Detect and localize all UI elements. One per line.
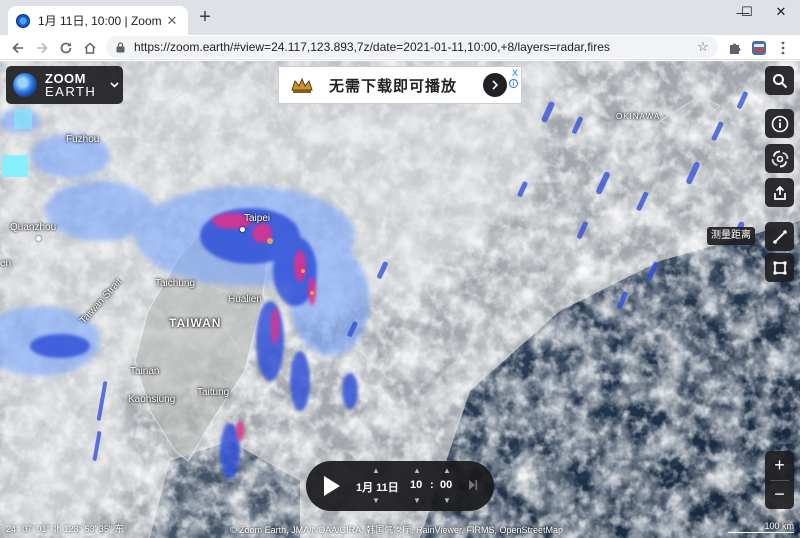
tab-title: 1月 11日, 10:00 | Zoom Earth <box>38 14 164 28</box>
hour-down-chevron-icon[interactable]: ▼ <box>413 496 421 505</box>
time-separator: : <box>430 479 434 491</box>
brand-line2: EARTH <box>45 84 97 99</box>
address-bar[interactable]: https://zoom.earth/#view=24.117,123.893,… <box>106 36 718 58</box>
reload-icon[interactable] <box>56 38 76 58</box>
browser-menu-kebab-icon[interactable] <box>774 39 792 57</box>
quanzhou-city-dot-icon <box>36 236 41 241</box>
zoom-earth-globe-icon <box>13 73 37 97</box>
map-label-taitung: Taitung <box>197 387 230 398</box>
ad-info-icon[interactable]: i <box>509 79 518 88</box>
home-icon[interactable] <box>80 38 100 58</box>
lock-icon <box>114 41 126 53</box>
time-control: 1月 11日 ▲ ▼ 10 ▲ ▼ : 00 ▲ ▼ <box>306 461 494 511</box>
scale-bar: 100 km <box>728 521 794 533</box>
game-logo-icon <box>289 75 315 95</box>
browser-tab[interactable]: 1月 11日, 10:00 | Zoom Earth ✕ <box>8 6 188 35</box>
minute-up-chevron-icon[interactable]: ▲ <box>443 466 451 475</box>
map-label-okinawa: OKINAWA <box>616 112 661 121</box>
share-button[interactable] <box>765 178 794 207</box>
share-icon <box>773 185 786 200</box>
skip-next-icon[interactable] <box>468 479 478 494</box>
date-up-chevron-icon[interactable]: ▲ <box>372 466 380 475</box>
map-label-taipei: Taipei <box>244 213 271 224</box>
url-text: https://zoom.earth/#view=24.117,123.893,… <box>134 40 610 54</box>
forward-arrow-icon[interactable] <box>32 38 52 58</box>
zoom-divider <box>770 480 789 481</box>
new-tab-button[interactable]: + <box>196 7 214 27</box>
chevron-down-icon <box>110 79 119 91</box>
map-label-tainan: Tainan <box>130 366 160 377</box>
map-label-hualien: Hualien <box>228 294 262 305</box>
map-label-kaohsiung: Kaohsiung <box>128 394 176 405</box>
measure-area-button[interactable] <box>765 253 794 282</box>
browser-tabstrip: 1月 11日, 10:00 | Zoom Earth ✕ + — ☐ ✕ <box>0 0 800 35</box>
window-close-button[interactable]: ✕ <box>762 0 800 24</box>
minute-down-chevron-icon[interactable]: ▼ <box>443 496 451 505</box>
map-label-partial-left: en <box>0 258 12 269</box>
ad-arrow-right-icon[interactable] <box>483 73 507 97</box>
play-icon[interactable] <box>324 476 340 496</box>
info-icon <box>771 115 788 132</box>
map-label-taiwan: TAIWAN <box>169 316 222 330</box>
zoom-in-button[interactable]: + <box>765 451 794 480</box>
zoom-earth-favicon-icon <box>16 13 30 28</box>
measure-distance-button[interactable] <box>765 222 794 251</box>
measure-distance-tooltip: 测量距离 <box>707 227 755 245</box>
zoom-controls: + − <box>765 451 794 509</box>
back-arrow-icon[interactable] <box>8 38 28 58</box>
time-date[interactable]: 1月 11日 <box>356 479 399 495</box>
satellite-map[interactable]: Taipei Fuzhou Quanzhou en Taichung Huali… <box>0 61 800 538</box>
zoom-earth-menu-button[interactable]: ZOOM EARTH <box>6 66 123 104</box>
time-hour[interactable]: 10 <box>410 479 422 491</box>
tab-close-icon[interactable]: ✕ <box>164 13 180 29</box>
profile-avatar-icon[interactable] <box>750 39 768 57</box>
info-button[interactable] <box>765 109 794 138</box>
hour-up-chevron-icon[interactable]: ▲ <box>413 466 421 475</box>
extensions-puzzle-icon[interactable] <box>726 39 744 57</box>
area-square-icon <box>773 261 786 274</box>
map-label-fuzhou: Fuzhou <box>66 134 100 145</box>
hurricane-icon <box>771 150 788 167</box>
brand-wordmark: ZOOM EARTH <box>45 72 96 98</box>
storms-button[interactable] <box>765 144 794 173</box>
map-attribution[interactable]: © Zoom Earth, JMA/NOAA/CIRA, 韩国气象厅, Rain… <box>230 523 563 536</box>
zoom-out-button[interactable]: − <box>765 480 794 509</box>
taipei-city-dot-icon <box>240 227 245 232</box>
date-down-chevron-icon[interactable]: ▼ <box>372 496 380 505</box>
time-minute[interactable]: 00 <box>440 479 452 491</box>
ad-text: 无需下载即可播放 <box>329 77 458 95</box>
browser-toolbar: https://zoom.earth/#view=24.117,123.893,… <box>0 35 800 60</box>
window-maximize-button[interactable]: ☐ <box>728 0 766 24</box>
ad-close-icon[interactable]: X <box>512 68 518 78</box>
bookmark-star-icon[interactable]: ☆ <box>694 39 712 55</box>
map-label-quanzhou: Quanzhou <box>10 222 57 233</box>
search-button[interactable] <box>765 66 794 95</box>
ad-banner[interactable]: 无需下载即可播放 X i <box>278 66 522 104</box>
cursor-coordinates: 24° 07' 01" 北 123° 53' 35" 东 <box>6 524 124 534</box>
ruler-line-icon <box>772 229 787 244</box>
map-label-taichung: Taichung <box>155 278 196 289</box>
search-icon <box>772 73 787 88</box>
